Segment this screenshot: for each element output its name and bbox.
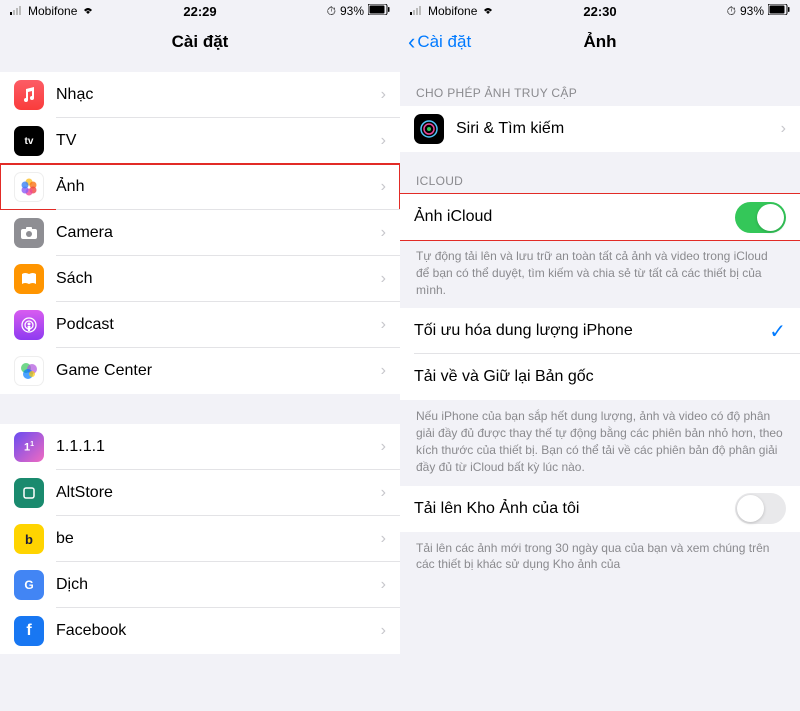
- nav-bar: ‹ Cài đặt Ảnh: [400, 20, 800, 64]
- stream-footer: Tải lên các ảnh mới trong 30 ngày qua củ…: [400, 532, 800, 584]
- cell-label: Siri & Tìm kiếm: [456, 120, 781, 138]
- icloud-photos-toggle-row[interactable]: Ảnh iCloud: [400, 194, 800, 240]
- cell-label: AltStore: [56, 484, 381, 502]
- status-bar: Mobifone 22:29 ⏱ 93%: [0, 0, 400, 20]
- settings-item-tv[interactable]: tv TV ›: [0, 118, 400, 164]
- chevron-left-icon: ‹: [408, 31, 415, 53]
- chevron-right-icon: ›: [381, 438, 386, 456]
- chevron-right-icon: ›: [381, 576, 386, 594]
- settings-list-group-2: 11 1.1.1.1 › AltStore › b be › G Dịch ›: [0, 424, 400, 654]
- battery-percent: 93%: [740, 4, 764, 18]
- carrier-label: Mobifone: [428, 4, 477, 18]
- altstore-icon: [14, 478, 44, 508]
- settings-item-gamecenter[interactable]: Game Center ›: [0, 348, 400, 394]
- back-button[interactable]: ‹ Cài đặt: [408, 31, 471, 53]
- alarm-icon: ⏱: [327, 4, 336, 19]
- photo-stream-toggle-row[interactable]: Tải lên Kho Ảnh của tôi: [400, 486, 800, 532]
- download-originals-item[interactable]: Tải về và Giữ lại Bản gốc: [400, 354, 800, 400]
- cell-label: Camera: [56, 224, 381, 242]
- books-icon: [14, 264, 44, 294]
- chevron-right-icon: ›: [381, 270, 386, 288]
- cell-label: Sách: [56, 270, 381, 288]
- chevron-right-icon: ›: [381, 224, 386, 242]
- battery-icon: [368, 4, 390, 18]
- photos-settings-screen: Mobifone 22:30 ⏱ 93% ‹ Cài đặt Ảnh CHO P…: [400, 0, 800, 711]
- settings-item-altstore[interactable]: AltStore ›: [0, 470, 400, 516]
- settings-item-1111[interactable]: 11 1.1.1.1 ›: [0, 424, 400, 470]
- be-icon: b: [14, 524, 44, 554]
- back-label: Cài đặt: [417, 32, 471, 52]
- cell-label: Podcast: [56, 316, 381, 334]
- signal-icon: [410, 4, 424, 18]
- cell-label: Tải lên Kho Ảnh của tôi: [414, 500, 735, 518]
- settings-root-screen: Mobifone 22:29 ⏱ 93% Cài đặt Nhạc › tv: [0, 0, 400, 711]
- cell-label: Tối ưu hóa dung lượng iPhone: [414, 322, 769, 340]
- settings-item-music[interactable]: Nhạc ›: [0, 72, 400, 118]
- section-header-icloud: ICLOUD: [400, 152, 800, 194]
- cell-label: TV: [56, 132, 381, 150]
- facebook-icon: f: [14, 616, 44, 646]
- section-header-allow-access: CHO PHÉP ẢNH TRUY CẬP: [400, 64, 800, 106]
- tv-icon: tv: [14, 126, 44, 156]
- battery-icon: [768, 4, 790, 18]
- optimize-storage-item[interactable]: Tối ưu hóa dung lượng iPhone ✓: [400, 308, 800, 354]
- siri-icon: [414, 114, 444, 144]
- cell-label: Ảnh: [56, 178, 381, 196]
- signal-icon: [10, 4, 24, 18]
- podcast-icon: [14, 310, 44, 340]
- cell-label: Nhạc: [56, 86, 381, 104]
- cell-label: be: [56, 530, 381, 548]
- alarm-icon: ⏱: [727, 4, 736, 19]
- battery-percent: 93%: [340, 4, 364, 18]
- siri-search-item[interactable]: Siri & Tìm kiếm ›: [400, 106, 800, 152]
- storage-footer: Nếu iPhone của bạn sắp hết dung lượng, ả…: [400, 400, 800, 485]
- chevron-right-icon: ›: [381, 362, 386, 380]
- clock: 22:30: [583, 4, 616, 19]
- settings-item-books[interactable]: Sách ›: [0, 256, 400, 302]
- wifi-icon: [81, 4, 95, 18]
- status-bar: Mobifone 22:30 ⏱ 93%: [400, 0, 800, 20]
- nav-bar: Cài đặt: [0, 20, 400, 64]
- chevron-right-icon: ›: [781, 120, 786, 138]
- cell-label: Tải về và Giữ lại Bản gốc: [414, 368, 786, 386]
- chevron-right-icon: ›: [381, 132, 386, 150]
- page-title: Cài đặt: [172, 32, 229, 52]
- page-title: Ảnh: [583, 32, 616, 52]
- settings-item-podcast[interactable]: Podcast ›: [0, 302, 400, 348]
- settings-item-translate[interactable]: G Dịch ›: [0, 562, 400, 608]
- carrier-label: Mobifone: [28, 4, 77, 18]
- wifi-icon: [481, 4, 495, 18]
- clock: 22:29: [183, 4, 216, 19]
- chevron-right-icon: ›: [381, 178, 386, 196]
- cell-label: Game Center: [56, 362, 381, 380]
- chevron-right-icon: ›: [381, 484, 386, 502]
- settings-list-group-1: Nhạc › tv TV › Ảnh › Camera ›: [0, 72, 400, 394]
- music-icon: [14, 80, 44, 110]
- gamecenter-icon: [14, 356, 44, 386]
- cell-label: Ảnh iCloud: [414, 208, 735, 226]
- chevron-right-icon: ›: [381, 316, 386, 334]
- cell-label: 1.1.1.1: [56, 438, 381, 456]
- chevron-right-icon: ›: [381, 86, 386, 104]
- app-1111-icon: 11: [14, 432, 44, 462]
- photo-stream-toggle[interactable]: [735, 493, 786, 524]
- chevron-right-icon: ›: [381, 530, 386, 548]
- check-icon: ✓: [769, 319, 786, 344]
- settings-item-facebook[interactable]: f Facebook ›: [0, 608, 400, 654]
- settings-item-photos[interactable]: Ảnh ›: [0, 164, 400, 210]
- icloud-footer: Tự động tải lên và lưu trữ an toàn tất c…: [400, 240, 800, 308]
- cell-label: Facebook: [56, 622, 381, 640]
- camera-icon: [14, 218, 44, 248]
- translate-icon: G: [14, 570, 44, 600]
- settings-item-camera[interactable]: Camera ›: [0, 210, 400, 256]
- settings-item-be[interactable]: b be ›: [0, 516, 400, 562]
- cell-label: Dịch: [56, 576, 381, 594]
- photos-icon: [14, 172, 44, 202]
- chevron-right-icon: ›: [381, 622, 386, 640]
- icloud-photos-toggle[interactable]: [735, 202, 786, 233]
